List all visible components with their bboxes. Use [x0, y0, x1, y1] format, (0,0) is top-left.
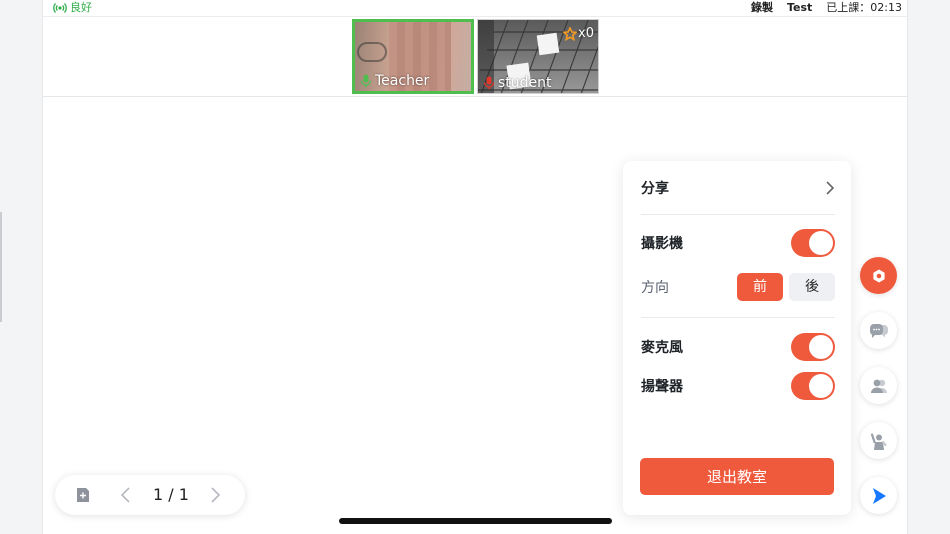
teacher-glasses-shape	[357, 42, 387, 62]
status-divider	[42, 16, 908, 17]
mic-on-icon	[360, 74, 372, 88]
direction-label: 方向	[641, 280, 669, 296]
share-row[interactable]: 分享	[641, 177, 835, 199]
student-name: student	[498, 75, 552, 91]
student-star-count: x0	[563, 26, 594, 41]
test-label: Test	[786, 1, 813, 14]
camera-toggle[interactable]	[791, 229, 835, 257]
star-count-value: x0	[578, 26, 594, 41]
microphone-row: 麥克風	[641, 333, 835, 361]
raise-hand-icon	[870, 432, 887, 450]
star-icon	[563, 26, 578, 41]
members-icon	[870, 379, 887, 393]
signal-icon	[53, 3, 67, 13]
speaker-label: 揚聲器	[641, 379, 683, 395]
microphone-label: 麥克風	[641, 340, 683, 356]
members-rail-button[interactable]	[860, 367, 897, 404]
video-strip-divider	[42, 96, 908, 97]
add-page-icon[interactable]	[75, 487, 91, 503]
camera-row: 攝影機	[641, 229, 835, 257]
settings-icon	[872, 269, 885, 282]
teacher-video-tile[interactable]: Teacher	[352, 19, 474, 94]
network-status: 良好	[53, 0, 92, 16]
panel-divider	[641, 317, 835, 318]
record-button[interactable]: 錄製	[751, 0, 773, 16]
exit-classroom-button[interactable]: 退出教室	[640, 458, 834, 495]
mic-muted-icon	[483, 76, 495, 90]
direction-back-button[interactable]: 後	[789, 273, 835, 301]
chevron-right-icon	[826, 181, 835, 195]
raise-hand-rail-button[interactable]	[860, 422, 897, 459]
speaker-row: 揚聲器	[641, 372, 835, 400]
direction-front-button[interactable]: 前	[737, 273, 783, 301]
panel-divider	[641, 214, 835, 215]
class-timer: 已上課：02:13	[826, 1, 902, 14]
previous-page-icon[interactable]	[118, 486, 134, 504]
settings-rail-button[interactable]	[860, 257, 897, 294]
student-label: student	[483, 75, 552, 91]
direction-row: 方向 前 後	[641, 273, 835, 301]
status-bar: 良好 錄製 Test 已上課：02:13	[42, 0, 908, 16]
teacher-name: Teacher	[375, 73, 430, 89]
speaker-toggle[interactable]	[791, 372, 835, 400]
student-video-tile[interactable]: x0 student	[477, 19, 599, 94]
network-label: 良好	[70, 1, 92, 14]
pointer-icon	[872, 487, 886, 504]
teacher-label: Teacher	[360, 73, 429, 89]
settings-panel: 分享 攝影機 方向 前 後 麥克風 揚聲器 退出教室	[623, 161, 851, 515]
chat-icon	[869, 323, 888, 338]
home-indicator[interactable]	[339, 518, 612, 524]
next-page-icon[interactable]	[207, 486, 223, 504]
side-edge-handle	[0, 212, 2, 322]
page-indicator: 1 / 1	[153, 485, 189, 504]
microphone-toggle[interactable]	[791, 333, 835, 361]
chat-rail-button[interactable]	[860, 312, 897, 349]
page-navigator: 1 / 1	[55, 475, 245, 515]
direction-segment: 前 後	[737, 273, 835, 301]
share-label: 分享	[641, 181, 669, 197]
camera-label: 攝影機	[641, 236, 683, 252]
pointer-rail-button[interactable]	[860, 477, 897, 514]
